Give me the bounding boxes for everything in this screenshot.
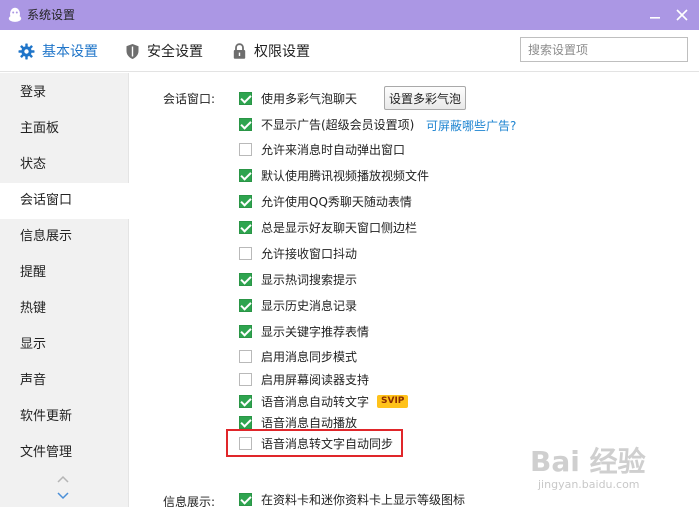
sidebar-item-sound[interactable]: 声音 bbox=[0, 363, 129, 399]
option-label: 使用多彩气泡聊天 bbox=[261, 91, 358, 106]
close-icon[interactable] bbox=[672, 6, 692, 24]
option-message-history[interactable]: 显示历史消息记录 bbox=[239, 295, 357, 315]
option-label: 允许来消息时自动弹出窗口 bbox=[261, 142, 406, 157]
option-label: 启用屏幕阅读器支持 bbox=[261, 372, 370, 387]
option-label: 语音消息自动转文字 bbox=[261, 394, 370, 409]
option-label: 总是显示好友聊天窗口侧边栏 bbox=[261, 220, 418, 235]
option-tencent-video[interactable]: 默认使用腾讯视频播放视频文件 bbox=[239, 165, 429, 185]
window-title: 系统设置 bbox=[27, 8, 76, 22]
sidebar-item-session-window[interactable]: 会话窗口 bbox=[0, 183, 130, 219]
sidebar-item-software-update[interactable]: 软件更新 bbox=[0, 399, 129, 435]
svip-badge: SVIP bbox=[377, 394, 409, 408]
checkbox[interactable] bbox=[239, 117, 252, 131]
option-label: 显示热词搜索提示 bbox=[261, 272, 358, 287]
search-input[interactable] bbox=[521, 38, 687, 61]
minimize-icon[interactable] bbox=[645, 6, 665, 24]
tab-security-label: 安全设置 bbox=[147, 44, 203, 60]
shield-icon bbox=[126, 43, 139, 59]
option-label: 在资料卡和迷你资料卡上显示等级图标 bbox=[261, 492, 466, 507]
option-label: 语音消息自动播放 bbox=[261, 415, 358, 430]
sidebar-item-display[interactable]: 显示 bbox=[0, 327, 129, 363]
option-label: 显示关键字推荐表情 bbox=[261, 324, 370, 339]
gear-icon bbox=[18, 43, 35, 59]
option-auto-popup[interactable]: 允许来消息时自动弹出窗口 bbox=[239, 139, 405, 159]
checkbox[interactable] bbox=[239, 272, 252, 286]
checkbox[interactable] bbox=[239, 415, 252, 429]
option-label: 不显示广告(超级会员设置项) bbox=[261, 117, 415, 132]
option-qq-show-emotes[interactable]: 允许使用QQ秀聊天随动表情 bbox=[239, 191, 412, 211]
checkbox[interactable] bbox=[239, 246, 252, 260]
option-level-icon[interactable]: 在资料卡和迷你资料卡上显示等级图标 bbox=[239, 489, 465, 507]
option-label: 默认使用腾讯视频播放视频文件 bbox=[261, 168, 430, 183]
settings-toolbar: 基本设置 安全设置 权限设置 bbox=[0, 30, 699, 72]
sidebar-item-status[interactable]: 状态 bbox=[0, 147, 129, 183]
checkbox[interactable] bbox=[239, 142, 252, 156]
sidebar-item-info-display[interactable]: 信息展示 bbox=[0, 219, 129, 255]
option-hot-search-hints[interactable]: 显示热词搜索提示 bbox=[239, 269, 357, 289]
qq-penguin-icon bbox=[8, 7, 22, 22]
watermark-url: jingyan.baidu.com bbox=[538, 478, 640, 491]
tab-permission-settings[interactable]: 权限设置 bbox=[232, 30, 310, 72]
set-bubble-button[interactable]: 设置多彩气泡 bbox=[384, 86, 466, 110]
option-label: 显示历史消息记录 bbox=[261, 298, 358, 313]
sidebar-item-main-panel[interactable]: 主面板 bbox=[0, 111, 129, 147]
option-colorful-bubbles[interactable]: 使用多彩气泡聊天 bbox=[239, 88, 357, 108]
checkbox[interactable] bbox=[239, 298, 252, 312]
checkbox[interactable] bbox=[239, 492, 252, 506]
tab-basic-settings[interactable]: 基本设置 bbox=[18, 30, 98, 72]
tab-basic-label: 基本设置 bbox=[42, 44, 98, 60]
lock-icon bbox=[233, 42, 246, 59]
option-chat-sidebar[interactable]: 总是显示好友聊天窗口侧边栏 bbox=[239, 217, 417, 237]
sidebar-item-hotkeys[interactable]: 热键 bbox=[0, 291, 129, 327]
checkbox[interactable] bbox=[239, 394, 252, 408]
baidu-watermark: Bai 经验 jingyan.baidu.com bbox=[530, 440, 670, 498]
highlight-box bbox=[226, 429, 403, 457]
scroll-arrows-icon[interactable] bbox=[55, 473, 71, 503]
checkbox[interactable] bbox=[239, 194, 252, 208]
watermark-logo: Bai 经验 bbox=[530, 445, 646, 478]
tab-security-settings[interactable]: 安全设置 bbox=[125, 30, 203, 72]
option-label: 允许使用QQ秀聊天随动表情 bbox=[261, 194, 412, 209]
option-voice-to-text[interactable]: 语音消息自动转文字 SVIP bbox=[239, 391, 409, 411]
sidebar-item-file-management[interactable]: 文件管理 bbox=[0, 435, 129, 471]
option-label: 启用消息同步模式 bbox=[261, 349, 358, 364]
option-screen-reader[interactable]: 启用屏幕阅读器支持 bbox=[239, 369, 369, 389]
title-bar: 系统设置 bbox=[0, 0, 699, 30]
sidebar: 登录 主面板 状态 会话窗口 信息展示 提醒 热键 显示 声音 软件更新 文件管… bbox=[0, 73, 130, 507]
search-box bbox=[520, 37, 688, 62]
option-window-shake[interactable]: 允许接收窗口抖动 bbox=[239, 243, 357, 263]
sidebar-item-reminder[interactable]: 提醒 bbox=[0, 255, 129, 291]
info-display-section-label: 信息展示: bbox=[163, 495, 216, 507]
sidebar-item-login[interactable]: 登录 bbox=[0, 75, 129, 111]
checkbox[interactable] bbox=[239, 324, 252, 338]
checkbox[interactable] bbox=[239, 349, 252, 363]
tab-permission-label: 权限设置 bbox=[254, 44, 310, 60]
checkbox[interactable] bbox=[239, 91, 252, 105]
option-hide-ads[interactable]: 不显示广告(超级会员设置项) bbox=[239, 114, 414, 134]
blockable-ads-link[interactable]: 可屏蔽哪些广告? bbox=[426, 117, 516, 134]
checkbox[interactable] bbox=[239, 168, 252, 182]
checkbox[interactable] bbox=[239, 220, 252, 234]
checkbox[interactable] bbox=[239, 372, 252, 386]
option-keyword-emotes[interactable]: 显示关键字推荐表情 bbox=[239, 321, 369, 341]
session-window-section-label: 会话窗口: bbox=[163, 92, 216, 106]
option-label: 允许接收窗口抖动 bbox=[261, 246, 358, 261]
option-message-sync[interactable]: 启用消息同步模式 bbox=[239, 346, 357, 366]
